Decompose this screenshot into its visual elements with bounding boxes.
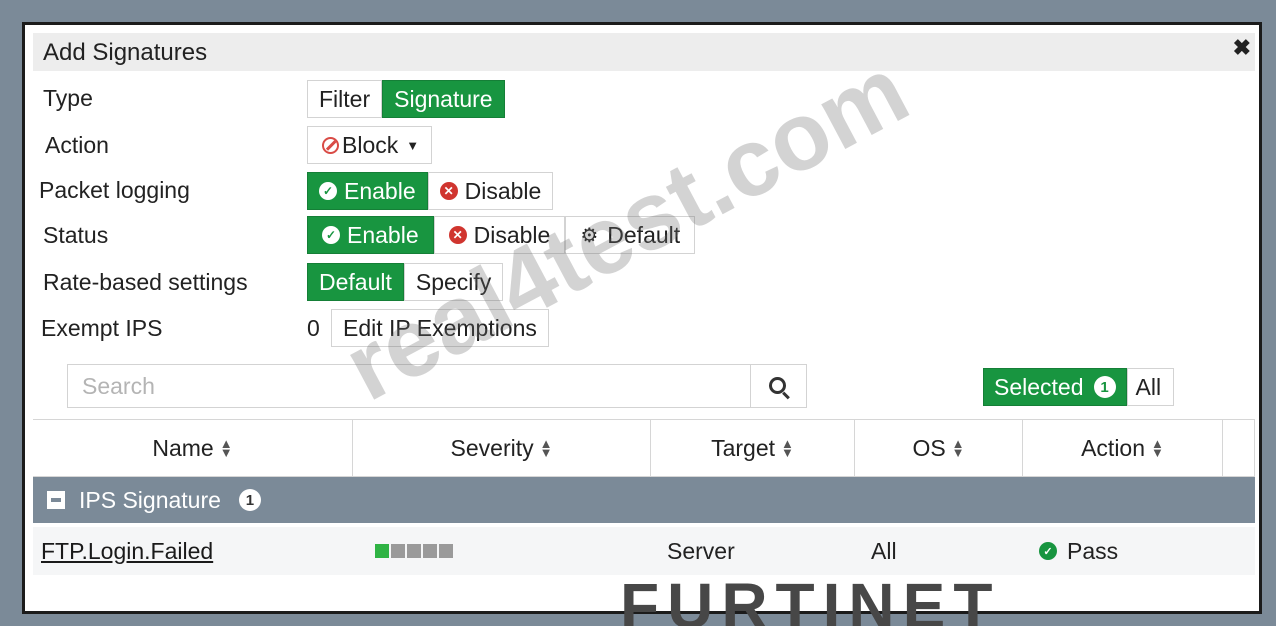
action-dropdown[interactable]: Block ▼ — [307, 126, 433, 164]
rate-default-button[interactable]: Default — [307, 263, 404, 301]
packet-logging-label: Packet logging — [39, 177, 190, 203]
chevron-down-icon: ▼ — [406, 137, 420, 153]
status-enable-label: Enable — [347, 221, 419, 248]
status-enable-button[interactable]: ✓ Enable — [307, 216, 434, 254]
cell-os: All — [871, 537, 897, 564]
status-disable-label: Disable — [473, 221, 551, 248]
sort-icon: ▲ ▼ — [1151, 436, 1164, 460]
action-dropdown-wrap: Block ▼ — [307, 126, 433, 164]
action-pass-label: Pass — [1067, 537, 1119, 564]
fortinet-logo: FURTINET — [620, 576, 1001, 626]
sort-icon: ▲ ▼ — [781, 436, 794, 460]
search-box — [67, 364, 807, 408]
column-header-spacer — [1223, 420, 1255, 476]
exempt-ips-count: 0 — [307, 315, 320, 341]
selected-filter-button[interactable]: Selected 1 — [983, 368, 1127, 406]
sort-icon: ▲ ▼ — [951, 436, 965, 460]
column-header-target[interactable]: Target ▲ ▼ — [651, 420, 855, 476]
cell-name: FTP.Login.Failed — [33, 527, 353, 575]
column-header-severity[interactable]: Severity ▲ ▼ — [353, 420, 651, 476]
status-label: Status — [43, 222, 109, 248]
check-icon: ✓ — [322, 226, 340, 244]
column-severity-label: Severity — [450, 434, 534, 461]
rate-based-toggle: Default Specify — [307, 263, 504, 301]
collapse-icon[interactable] — [47, 491, 65, 509]
group-row-ips-signature: IPS Signature 1 — [33, 477, 1255, 523]
packet-logging-disable-button[interactable]: ✕ Disable — [427, 172, 554, 210]
type-signature-button[interactable]: Signature — [382, 80, 505, 118]
selection-filter: Selected 1 All — [983, 368, 1175, 406]
severity-meter — [375, 544, 453, 558]
type-toggle: Filter Signature — [307, 80, 505, 118]
table-header: Name ▲ ▼ Severity ▲ ▼ Target ▲ ▼ OS ▲ ▼ Acti… — [33, 419, 1255, 477]
status-default-label: Default — [607, 221, 681, 248]
status-toggle: ✓ Enable ✕ Disable ⚙ Default — [307, 216, 696, 254]
edit-ip-exemptions-button[interactable]: Edit IP Exemptions — [331, 309, 549, 347]
close-icon[interactable]: ✖ — [1233, 35, 1251, 61]
severity-segment — [375, 544, 389, 558]
gear-icon: ⚙ — [580, 224, 599, 247]
severity-segment — [391, 544, 405, 558]
severity-segment — [407, 544, 421, 558]
search-button[interactable] — [750, 365, 806, 407]
check-circle-icon: ✓ — [1039, 542, 1057, 560]
action-label: Action — [45, 132, 109, 158]
exempt-ips-wrap: Edit IP Exemptions — [331, 309, 549, 347]
group-label: IPS Signature — [79, 486, 221, 513]
column-os-label: OS — [912, 434, 946, 461]
signature-name-link[interactable]: FTP.Login.Failed — [41, 538, 213, 565]
sort-icon: ▲ ▼ — [219, 436, 233, 460]
dialog-titlebar: Add Signatures ✖ — [33, 33, 1255, 71]
column-target-label: Target — [711, 434, 776, 461]
action-value: Block — [342, 131, 399, 158]
exempt-ips-label: Exempt IPS — [41, 315, 163, 341]
cell-target: Server — [667, 537, 735, 564]
all-filter-button[interactable]: All — [1126, 368, 1175, 406]
check-icon: ✓ — [319, 182, 337, 200]
severity-segment — [423, 544, 437, 558]
column-header-name[interactable]: Name ▲ ▼ — [33, 420, 353, 476]
add-signatures-dialog: Add Signatures ✖ Type Filter Signature A… — [22, 22, 1262, 614]
x-icon: ✕ — [448, 226, 467, 244]
rate-based-label: Rate-based settings — [43, 269, 248, 295]
cell-severity — [353, 527, 651, 575]
sort-icon: ▲ ▼ — [539, 436, 553, 460]
cell-action: ✓ Pass — [1023, 527, 1223, 575]
selected-filter-label: Selected — [994, 373, 1084, 400]
rate-specify-button[interactable]: Specify — [403, 263, 504, 301]
column-header-action[interactable]: Action ▲ ▼ — [1023, 420, 1223, 476]
search-icon — [769, 376, 786, 394]
column-name-label: Name — [152, 434, 214, 461]
type-label: Type — [43, 85, 93, 111]
search-input[interactable] — [68, 365, 750, 407]
x-icon: ✕ — [439, 182, 458, 200]
status-disable-button[interactable]: ✕ Disable — [433, 216, 566, 254]
packet-logging-enable-label: Enable — [344, 177, 416, 204]
packet-logging-disable-label: Disable — [464, 177, 542, 204]
dialog-title: Add Signatures — [43, 39, 208, 66]
status-default-button[interactable]: ⚙ Default — [565, 216, 696, 254]
table-row[interactable]: FTP.Login.Failed Server All ✓ Pass — [33, 527, 1255, 575]
type-filter-button[interactable]: Filter — [307, 80, 383, 118]
column-action-label: Action — [1081, 434, 1146, 461]
column-header-os[interactable]: OS ▲ ▼ — [855, 420, 1023, 476]
packet-logging-enable-button[interactable]: ✓ Enable — [307, 172, 428, 210]
selected-count-badge: 1 — [1093, 376, 1116, 398]
ban-icon — [322, 136, 339, 154]
packet-logging-toggle: ✓ Enable ✕ Disable — [307, 172, 554, 210]
severity-segment — [439, 544, 453, 558]
group-count-badge: 1 — [238, 489, 261, 511]
